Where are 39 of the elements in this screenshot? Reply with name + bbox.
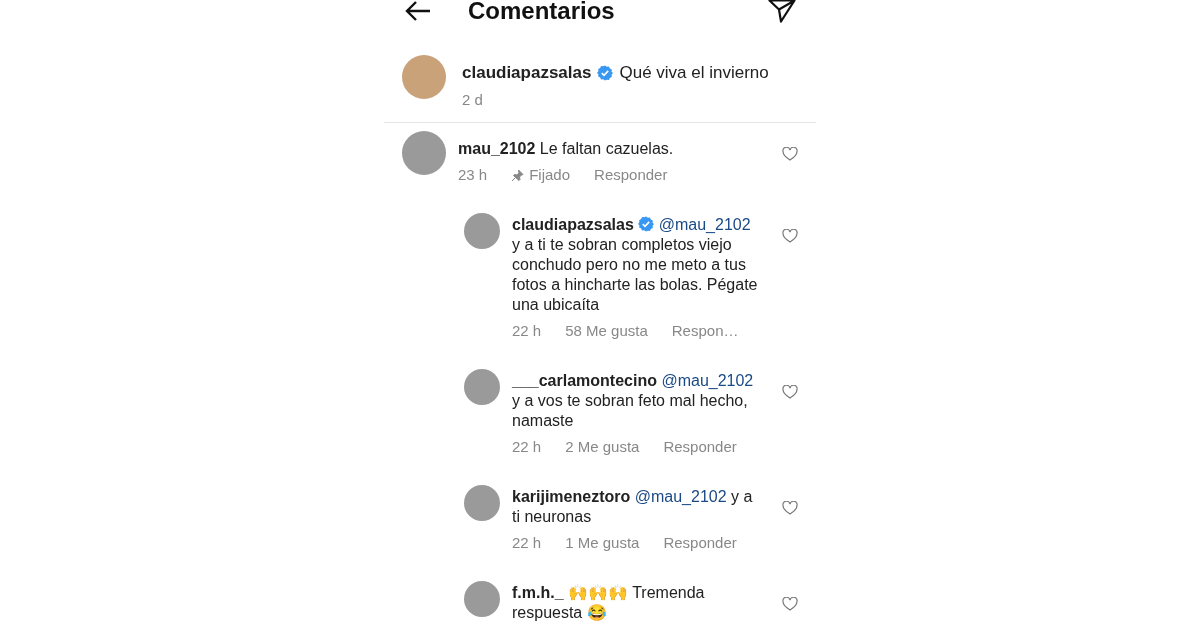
like-button[interactable] xyxy=(782,501,798,515)
reply-button[interactable]: Responder xyxy=(663,437,737,457)
pin-icon xyxy=(511,168,525,182)
reply-button[interactable]: Responder xyxy=(663,533,737,553)
paper-plane-icon xyxy=(768,0,796,23)
timestamp: 22 h xyxy=(512,533,542,553)
like-button[interactable] xyxy=(782,597,798,611)
verified-badge-icon xyxy=(638,216,655,232)
timestamp: 2 d xyxy=(462,91,484,108)
page-title: Comentarios xyxy=(468,0,616,25)
comment-text: ___carlamontecino @mau_2102 y a vos te sobran feto mal hecho, namaste xyxy=(512,371,755,431)
comment-text: f.m.h._ 🙌🙌🙌 Tremenda respuesta 😂 xyxy=(512,583,706,623)
likes-count[interactable]: 2 Me gusta xyxy=(565,437,640,457)
reply-button[interactable]: Responder xyxy=(594,165,668,185)
verified-badge-icon xyxy=(597,65,614,81)
comment-text: mau_2102 Le faltan cazuelas. xyxy=(458,139,675,159)
like-button[interactable] xyxy=(782,147,798,161)
pinned-label: Fijado xyxy=(529,165,571,185)
likes-count[interactable]: 58 Me gusta xyxy=(565,321,648,341)
like-button[interactable] xyxy=(782,229,798,243)
username[interactable]: claudiapazsalas xyxy=(462,63,592,83)
like-button[interactable] xyxy=(782,385,798,399)
heart-icon xyxy=(782,597,798,611)
back-arrow-icon xyxy=(404,0,432,22)
heart-icon xyxy=(782,147,798,161)
caption-text: Qué viva el invierno xyxy=(619,63,769,83)
comment-text: karijimeneztoro @mau_2102 y a ti neuronas xyxy=(512,487,754,527)
comment-text: claudiapazsalas @mau_2102 y a ti te sobran completos viejo conchudo pero no me meto a tus fotos a hincharte las bolas. Pégate una ubicaíta xyxy=(512,215,758,315)
likes-count[interactable]: 1 Me gusta xyxy=(565,533,640,553)
back-button[interactable] xyxy=(404,0,432,22)
timestamp: 22 h xyxy=(512,321,542,341)
heart-icon xyxy=(782,385,798,399)
timestamp: 23 h xyxy=(458,165,488,185)
reply-button[interactable]: Respon… xyxy=(671,321,739,341)
heart-icon xyxy=(782,229,798,243)
share-button[interactable] xyxy=(768,0,796,23)
avatar xyxy=(402,55,446,99)
heart-icon xyxy=(782,501,798,515)
timestamp: 22 h xyxy=(512,437,542,457)
